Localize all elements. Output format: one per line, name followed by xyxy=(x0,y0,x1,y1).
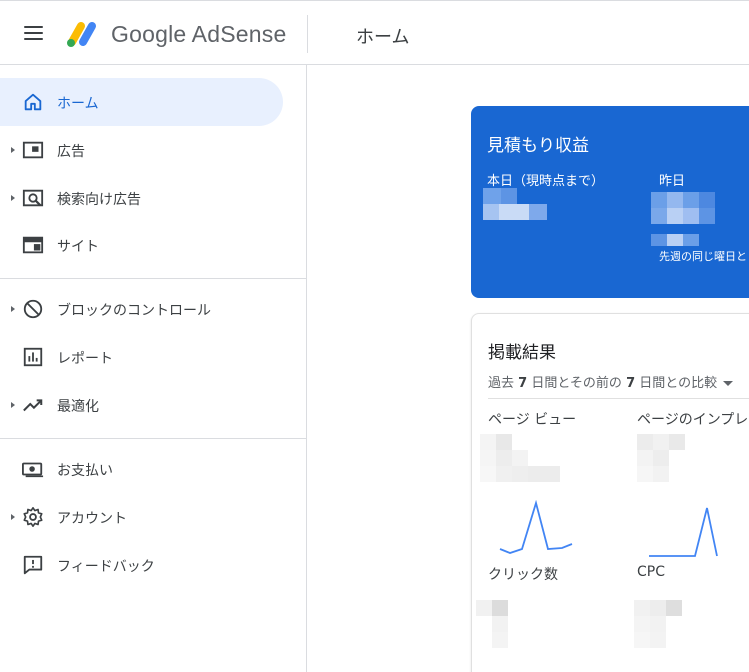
sidebar-item-reports[interactable]: レポート xyxy=(0,333,283,381)
metric-impressions-label: ページのインプレッション xyxy=(637,412,749,428)
sidebar-item-home[interactable]: ホーム xyxy=(0,78,283,126)
compare-days-current: 7 xyxy=(518,376,528,391)
today-label: 本日（現時点まで） xyxy=(487,174,605,189)
impressions-sparkline xyxy=(649,507,718,557)
adsense-logo-icon xyxy=(67,22,96,47)
reports-icon xyxy=(23,347,43,367)
block-icon xyxy=(23,299,43,319)
sidebar-item-ads[interactable]: 広告 xyxy=(0,126,283,174)
pageviews-sparkline xyxy=(499,500,573,554)
sidebar-item-optimization[interactable]: 最適化 xyxy=(0,381,283,429)
sidebar-item-feedback[interactable]: フィードバック xyxy=(0,541,283,589)
compare-prefix: 過去 xyxy=(488,376,519,391)
sidebar-item-label: お支払い xyxy=(57,463,113,479)
payments-icon xyxy=(22,462,44,478)
comparison-label: 先週の同じ曜日と xyxy=(659,250,747,263)
sidebar-item-label: ブロックのコントロール xyxy=(57,303,211,319)
yesterday-label: 昨日 xyxy=(659,174,686,189)
performance-card: 掲載結果 過去 7 日間とその前の 7 日間との比較 ページ ビュー ページのイ… xyxy=(471,313,749,672)
sidebar-item-label: サイト xyxy=(57,239,99,255)
sidebar-divider xyxy=(0,438,307,439)
chevron-down-icon xyxy=(723,381,734,386)
brand-name: Google AdSense xyxy=(111,21,287,47)
compare-days-previous: 7 xyxy=(626,376,636,391)
sidebar-item-label: 最適化 xyxy=(57,399,99,415)
performance-card-title: 掲載結果 xyxy=(488,343,556,363)
compare-mid: 日間とその前の xyxy=(527,376,627,391)
menu-icon[interactable] xyxy=(24,26,43,40)
home-icon xyxy=(24,93,42,111)
feedback-icon xyxy=(23,555,43,575)
ads-icon xyxy=(22,141,44,159)
sites-icon xyxy=(22,236,44,254)
sidebar: ホーム 広告 検索向け広告 サイト ブロックのコントロール レポート 最適化 お… xyxy=(0,65,307,672)
metric-clicks-label: クリック数 xyxy=(488,567,558,583)
sidebar-item-block-controls[interactable]: ブロックのコントロール xyxy=(0,285,283,333)
sidebar-item-label: アカウント xyxy=(57,511,127,527)
sidebar-item-payments[interactable]: お支払い xyxy=(0,445,283,493)
earnings-card-title: 見積もり収益 xyxy=(487,136,589,156)
expand-caret-icon xyxy=(11,195,15,201)
expand-caret-icon xyxy=(11,514,15,520)
top-app-bar: Google AdSense ホーム xyxy=(0,0,749,65)
metric-cpc-label: CPC xyxy=(637,564,665,580)
sidebar-item-label: ホーム xyxy=(57,96,99,112)
gear-icon xyxy=(23,507,43,527)
page-title: ホーム xyxy=(356,27,410,48)
comparison-period-dropdown[interactable]: 過去 7 日間とその前の 7 日間との比較 xyxy=(488,372,734,391)
sidebar-item-label: レポート xyxy=(57,351,113,367)
sidebar-item-account[interactable]: アカウント xyxy=(0,493,283,541)
sidebar-item-label: 広告 xyxy=(57,144,85,160)
header-divider xyxy=(307,15,308,53)
card-divider xyxy=(488,398,749,399)
expand-caret-icon xyxy=(11,306,15,312)
expand-caret-icon xyxy=(11,402,15,408)
sidebar-item-label: フィードバック xyxy=(57,559,155,575)
optimization-icon xyxy=(23,399,43,412)
sidebar-item-search-ads[interactable]: 検索向け広告 xyxy=(0,174,283,222)
search-ads-icon xyxy=(22,189,44,207)
estimated-earnings-card[interactable]: 見積もり収益 本日（現時点まで） 昨日 先週の同じ曜日と xyxy=(471,106,749,298)
main-content: 見積もり収益 本日（現時点まで） 昨日 先週の同じ曜日と 掲載結果 過去 7 日… xyxy=(307,65,749,672)
metric-pageviews-label: ページ ビュー xyxy=(488,412,577,428)
sidebar-item-sites[interactable]: サイト xyxy=(0,221,283,269)
compare-suffix: 日間との比較 xyxy=(635,376,718,391)
expand-caret-icon xyxy=(11,147,15,153)
sidebar-item-label: 検索向け広告 xyxy=(57,192,141,208)
sidebar-divider xyxy=(0,278,307,279)
